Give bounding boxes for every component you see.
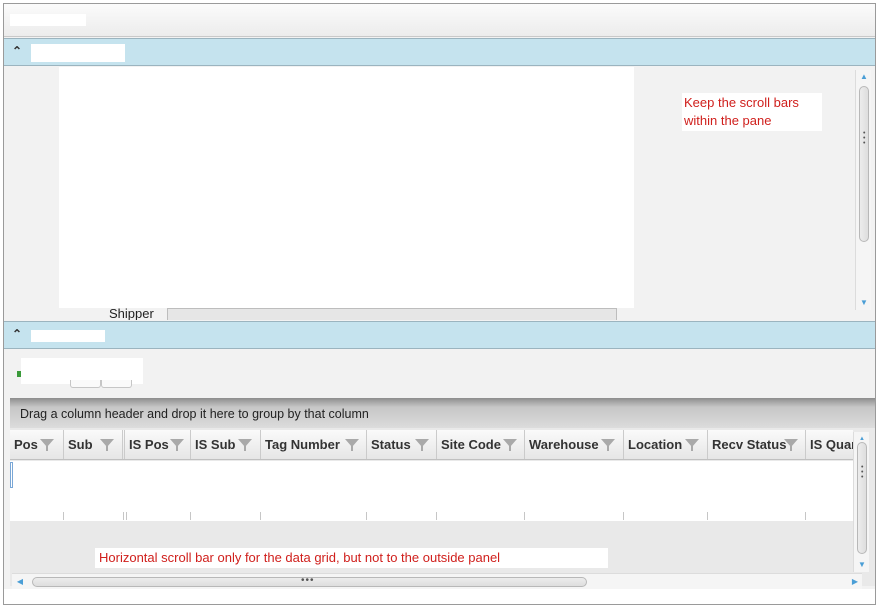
column-header[interactable]: Status bbox=[367, 430, 437, 459]
column-header-label: Pos bbox=[14, 437, 38, 452]
chevron-up-icon[interactable]: ⌃ bbox=[10, 44, 24, 58]
cell-divider bbox=[190, 512, 191, 520]
cell-divider bbox=[260, 512, 261, 520]
column-header-label: IS Sub bbox=[195, 437, 236, 452]
column-headers: Pos Sub IS Pos IS Sub Tag Number Status bbox=[10, 430, 853, 460]
column-header[interactable]: Location bbox=[624, 430, 708, 459]
column-header[interactable]: Warehouse bbox=[525, 430, 624, 459]
shipper-field[interactable] bbox=[167, 308, 617, 320]
scroll-thumb[interactable]: ••• bbox=[32, 575, 587, 587]
column-header-label: Location bbox=[628, 437, 683, 452]
bottom-panel-title bbox=[31, 330, 105, 342]
top-pane-vertical-scrollbar[interactable]: ▲ • • • ▼ bbox=[855, 70, 871, 310]
column-header[interactable]: Pos bbox=[10, 430, 64, 459]
app-window: ⌃ Keep the scroll bars within the pane S… bbox=[3, 3, 876, 605]
funnel-icon[interactable] bbox=[170, 439, 184, 451]
cell-divider bbox=[805, 512, 806, 520]
funnel-icon[interactable] bbox=[601, 439, 615, 451]
chevron-up-icon[interactable]: ⌃ bbox=[10, 327, 24, 341]
arrow-left-icon[interactable]: ◀ bbox=[13, 575, 27, 589]
column-header[interactable]: IS Quar bbox=[806, 430, 853, 459]
funnel-icon[interactable] bbox=[238, 439, 252, 451]
top-panel-header[interactable]: ⌃ bbox=[4, 38, 875, 66]
grip-icon: ••• bbox=[301, 575, 315, 586]
arrow-up-icon[interactable]: ▲ bbox=[856, 70, 872, 84]
column-header[interactable]: Sub bbox=[64, 430, 123, 459]
group-panel[interactable]: Drag a column header and drop it here to… bbox=[10, 398, 875, 428]
grid-rows[interactable] bbox=[10, 461, 853, 521]
scroll-thumb[interactable]: ••• bbox=[857, 442, 867, 554]
scroll-thumb[interactable]: ••• bbox=[859, 86, 869, 242]
cell-divider bbox=[123, 512, 124, 520]
column-header[interactable]: Tag Number bbox=[261, 430, 367, 459]
column-header-label: Recv Status bbox=[712, 437, 787, 452]
shipper-row: Shipper bbox=[59, 308, 634, 320]
arrow-down-icon[interactable]: ▼ bbox=[856, 296, 872, 310]
cell-divider bbox=[524, 512, 525, 520]
arrow-down-icon[interactable]: ▼ bbox=[854, 558, 870, 572]
funnel-icon[interactable] bbox=[415, 439, 429, 451]
cell-divider bbox=[126, 512, 127, 520]
column-header-label: IS Pos bbox=[129, 437, 169, 452]
funnel-icon[interactable] bbox=[100, 439, 114, 451]
funnel-icon[interactable] bbox=[784, 439, 798, 451]
funnel-icon[interactable] bbox=[345, 439, 359, 451]
column-header-label: Sub bbox=[68, 437, 93, 452]
toolbar-button[interactable] bbox=[101, 380, 132, 388]
title-bar bbox=[4, 4, 875, 37]
window-title bbox=[10, 14, 86, 26]
column-header-label: Site Code bbox=[441, 437, 501, 452]
top-pane: Keep the scroll bars within the pane Shi… bbox=[4, 67, 875, 321]
funnel-icon[interactable] bbox=[685, 439, 699, 451]
form-area bbox=[59, 67, 634, 308]
funnel-icon[interactable] bbox=[40, 439, 54, 451]
bottom-pane-toolbar bbox=[4, 350, 875, 398]
data-grid: Drag a column header and drop it here to… bbox=[10, 398, 875, 586]
column-header[interactable]: Recv Status bbox=[708, 430, 806, 459]
column-header[interactable]: IS Pos bbox=[124, 430, 191, 459]
column-header[interactable]: IS Sub bbox=[191, 430, 261, 459]
grid-horizontal-scrollbar[interactable]: ◀ ••• ▶ bbox=[12, 573, 862, 590]
column-header-label: IS Quar bbox=[810, 437, 853, 452]
cell-divider bbox=[436, 512, 437, 520]
cell-divider bbox=[63, 512, 64, 520]
scrollbar-note: Keep the scroll bars within the pane bbox=[682, 93, 822, 131]
cell-divider bbox=[623, 512, 624, 520]
arrow-right-icon[interactable]: ▶ bbox=[848, 575, 862, 589]
column-header[interactable]: Site Code bbox=[437, 430, 525, 459]
column-header-label: Warehouse bbox=[529, 437, 599, 452]
grip-icon: ••• bbox=[861, 464, 864, 481]
bottom-panel-header[interactable]: ⌃ bbox=[4, 321, 875, 349]
column-header-label: Status bbox=[371, 437, 411, 452]
cell-divider bbox=[366, 512, 367, 520]
cell-divider bbox=[707, 512, 708, 520]
status-bar bbox=[4, 589, 875, 604]
grip-icon: ••• bbox=[863, 130, 866, 147]
toolbar-button[interactable] bbox=[70, 380, 101, 388]
funnel-icon[interactable] bbox=[503, 439, 517, 451]
selected-cell[interactable] bbox=[10, 462, 13, 488]
scrollbar-note: Horizontal scroll bar only for the data … bbox=[95, 548, 608, 568]
grid-vertical-scrollbar[interactable]: ▲ • • • ▼ bbox=[853, 432, 869, 572]
top-panel-title bbox=[31, 44, 125, 62]
column-header-label: Tag Number bbox=[265, 437, 340, 452]
group-panel-text: Drag a column header and drop it here to… bbox=[20, 407, 369, 421]
shipper-label: Shipper bbox=[109, 308, 154, 320]
